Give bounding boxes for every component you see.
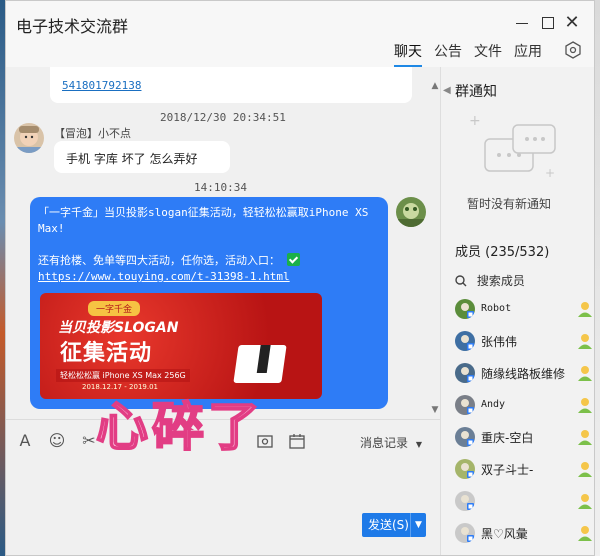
- member-level-icon: [578, 462, 592, 477]
- member-level-icon: [578, 430, 592, 445]
- member-item[interactable]: 双子斗士-: [455, 457, 594, 481]
- message-timestamp: 14:10:34: [194, 181, 247, 194]
- member-item[interactable]: 张伟伟: [455, 329, 594, 353]
- message-link[interactable]: https://www.touying.com/t-31398-1.html: [38, 270, 290, 283]
- window-title: 电子技术交流群: [16, 17, 129, 36]
- member-item[interactable]: 随缘线路板维修: [455, 361, 594, 385]
- member-level-icon: [578, 526, 592, 541]
- tab-chat[interactable]: 聊天: [394, 41, 422, 67]
- promo-headline: 当贝投影SLOGAN: [58, 320, 179, 336]
- previous-message-link[interactable]: 541801792138: [62, 79, 141, 92]
- members-header: 成员 (235/532): [455, 245, 550, 260]
- message-bubble[interactable]: 手机 字库 坏了 怎么弄好: [54, 141, 230, 173]
- member-item[interactable]: [455, 489, 594, 513]
- sticker-overlay-text: 心碎了: [95, 397, 265, 459]
- member-level-icon: [578, 302, 592, 317]
- message-text: 手机 字库 坏了 怎么弄好: [66, 152, 198, 166]
- close-button[interactable]: ✕: [564, 14, 580, 32]
- promo-title: 征集活动: [60, 341, 153, 366]
- history-label: 消息记录: [360, 436, 409, 450]
- avatar[interactable]: [396, 197, 426, 227]
- title-bar: 电子技术交流群 ✕ 聊天 公告 文件 应用: [6, 1, 594, 67]
- calendar-icon[interactable]: [288, 432, 306, 450]
- member-item[interactable]: 重庆-空白: [455, 425, 594, 449]
- minimize-button[interactable]: [514, 15, 530, 31]
- notice-empty-text: 暂时没有新通知: [467, 197, 552, 211]
- svg-text:+: +: [545, 166, 555, 180]
- member-name: Andy: [481, 399, 506, 410]
- member-avatar-icon: [455, 395, 475, 415]
- nature-avatar-icon: [396, 197, 426, 227]
- message-text: 「一字千金」当贝投影slogan征集活动，轻轻松松赢取iPhone XS Max…: [38, 206, 369, 235]
- member-avatar-icon: [455, 363, 475, 383]
- chevron-down-icon: ▼: [415, 440, 422, 449]
- member-level-icon: [578, 366, 592, 381]
- settings-hex-icon[interactable]: [564, 41, 582, 59]
- previous-message-bubble: 541801792138: [50, 67, 412, 103]
- empty-notice-illustration-icon: + +: [469, 113, 556, 180]
- svg-text:+: +: [469, 113, 481, 129]
- message-text: 还有抢楼、免单等四大活动，任你选，活动入口：: [38, 254, 280, 267]
- tab-apps[interactable]: 应用: [514, 41, 542, 67]
- scroll-down-icon[interactable]: ▼: [430, 405, 440, 415]
- message-content: 「一字千金」当贝投影slogan征集活动，轻轻松松赢取iPhone XS Max…: [38, 205, 378, 285]
- message-list[interactable]: 541801792138 2018/12/30 20:34:51 【冒泡】小不点…: [6, 67, 440, 419]
- member-level-icon: [578, 398, 592, 413]
- member-item[interactable]: Robot: [455, 297, 594, 321]
- chevron-down-icon[interactable]: ▼: [410, 513, 426, 537]
- chat-window: 电子技术交流群 ✕ 聊天 公告 文件 应用 541801792138 2018/…: [5, 0, 595, 556]
- promo-image[interactable]: 一字千金 当贝投影SLOGAN 征集活动 轻松松松赢 iPhone XS Max…: [40, 293, 322, 399]
- search-members-label: 搜索成员: [476, 274, 525, 288]
- message-history-button[interactable]: 消息记录 ▼: [360, 434, 422, 451]
- verified-check-icon: [286, 253, 300, 266]
- maximize-button[interactable]: [540, 15, 556, 31]
- font-icon[interactable]: A: [16, 432, 34, 450]
- notice-title: 群通知: [455, 84, 497, 100]
- search-members-button[interactable]: 搜索成员: [455, 272, 525, 289]
- member-avatar-icon: [455, 523, 475, 543]
- member-name: Robot: [481, 303, 512, 314]
- send-button[interactable]: 发送(S) ▼: [362, 513, 426, 537]
- collapse-sidebar-icon[interactable]: ◀: [443, 85, 451, 96]
- member-name: 双子斗士-: [481, 463, 534, 477]
- member-avatar-icon: [455, 331, 475, 351]
- message-timestamp: 2018/12/30 20:34:51: [160, 111, 286, 124]
- emoji-icon[interactable]: ☺: [48, 432, 66, 450]
- send-label: 发送(S): [368, 518, 409, 532]
- member-item[interactable]: Andy: [455, 393, 594, 417]
- member-avatar-icon: [455, 459, 475, 479]
- member-level-icon: [578, 334, 592, 349]
- tab-bar: 聊天 公告 文件 应用: [394, 41, 554, 67]
- member-item[interactable]: 黑♡风彙: [455, 521, 594, 545]
- member-avatar-icon: [455, 299, 475, 319]
- projector-image-icon: [233, 345, 287, 383]
- tab-announcement[interactable]: 公告: [434, 41, 462, 67]
- member-name: 黑♡风彙: [481, 527, 528, 541]
- member-avatar-icon: [455, 491, 475, 511]
- avatar[interactable]: [14, 123, 44, 153]
- tab-files[interactable]: 文件: [474, 41, 502, 67]
- member-level-icon: [578, 494, 592, 509]
- search-icon: [455, 275, 467, 287]
- sender-name[interactable]: 【冒泡】小不点: [54, 125, 131, 141]
- my-message-bubble[interactable]: 「一字千金」当贝投影slogan征集活动，轻轻松松赢取iPhone XS Max…: [30, 197, 388, 409]
- promo-subtitle: 轻松松松赢 iPhone XS Max 256G: [56, 369, 190, 382]
- group-sidebar: ◀ 群通知 + + 暂时没有新通知 成员 (235/532) 搜索成员 Robo…: [440, 67, 594, 555]
- baby-avatar-icon: [14, 123, 44, 153]
- message-input[interactable]: 发送(S) ▼: [6, 459, 440, 555]
- scroll-up-icon[interactable]: ▲: [430, 81, 440, 91]
- member-name: 重庆-空白: [481, 431, 534, 445]
- member-name: 随缘线路板维修: [481, 367, 566, 381]
- member-avatar-icon: [455, 427, 475, 447]
- member-name: 张伟伟: [481, 335, 518, 349]
- promo-tag: 一字千金: [88, 301, 141, 316]
